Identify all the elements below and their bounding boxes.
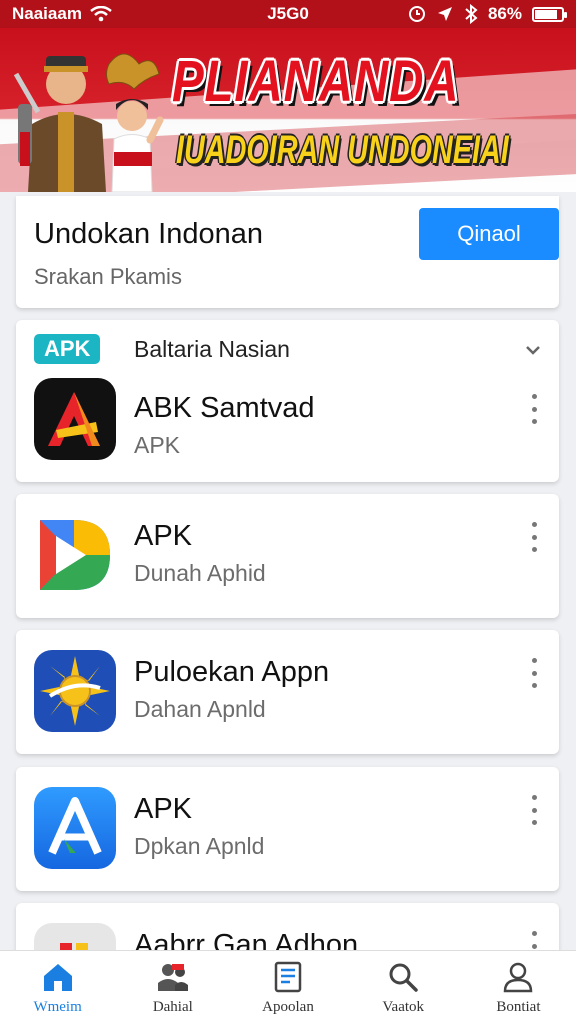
alarm-icon: [408, 6, 425, 22]
nav-profile[interactable]: Bontiat: [461, 951, 576, 1024]
section-title: Baltaria Nasian: [134, 336, 290, 362]
nav-label: Bontiat: [496, 999, 541, 1015]
battery-icon: [532, 6, 567, 22]
nav-label: Vaatok: [382, 999, 425, 1015]
nav-home[interactable]: Wmeim: [0, 951, 115, 1024]
battery-percent: 86%: [487, 4, 522, 23]
people-icon: [157, 964, 188, 991]
app-card[interactable]: APK Dunah Aphid: [16, 494, 559, 618]
carrier-label: Naaiaam: [12, 4, 82, 23]
app-subtitle: Dahan Apnld: [134, 696, 266, 722]
chevron-down-icon[interactable]: [523, 340, 543, 360]
header-card-subtitle: Srakan Pkamis: [34, 264, 182, 289]
app-subtitle: Dunah Aphid: [134, 560, 266, 586]
status-icons: 86%: [408, 4, 567, 24]
battery-fill: [535, 9, 558, 19]
app-subtitle: Dpkan Apnld: [134, 833, 265, 859]
search-icon: [389, 963, 418, 992]
header-card-title: Undokan Indonan: [34, 218, 263, 250]
app-card[interactable]: APK Dpkan Apnld: [16, 767, 559, 891]
document-icon: [274, 961, 302, 993]
mascot-figures-illustration: [14, 53, 164, 192]
home-icon: [43, 964, 72, 991]
wifi-icon: [90, 6, 112, 22]
nav-label: Wmeim: [33, 999, 82, 1015]
primary-action-button[interactable]: Qinaol: [419, 208, 559, 260]
app-name: APK: [134, 793, 193, 825]
apk-badge: APK: [34, 334, 101, 364]
blue-a-store-icon[interactable]: [34, 787, 116, 869]
clock: J5G0: [267, 4, 309, 23]
nav-label: Dahial: [152, 999, 193, 1015]
location-arrow-icon: [437, 7, 452, 21]
app-card[interactable]: APK Baltaria Nasian ABK Samtvad APK: [16, 320, 559, 482]
app-name: Puloekan Appn: [134, 656, 330, 688]
banner-title: PLIANANDA: [172, 49, 460, 114]
more-options-icon[interactable]: [527, 795, 541, 825]
app-subtitle: APK: [134, 432, 181, 458]
nav-label: Apoolan: [262, 999, 314, 1015]
nav-documents[interactable]: Apoolan: [230, 951, 345, 1024]
more-options-icon[interactable]: [527, 394, 541, 424]
app-name: APK: [134, 520, 193, 552]
header-card: Undokan Indonan Srakan Pkamis Qinaol: [16, 196, 559, 308]
status-bar: Naaiaam J5G0 86%: [0, 0, 576, 28]
bluetooth-icon: [465, 4, 478, 24]
app-name: ABK Samtvad: [134, 392, 315, 424]
colorful-d-play-icon[interactable]: [34, 514, 116, 596]
profile-icon: [504, 962, 533, 993]
carrier-group: Naaiaam: [12, 4, 112, 24]
nav-people[interactable]: Dahial: [115, 951, 230, 1024]
red-a-triangle-icon[interactable]: [34, 378, 116, 460]
app-card[interactable]: Puloekan Appn Dahan Apnld: [16, 630, 559, 754]
nav-search[interactable]: Vaatok: [346, 951, 461, 1024]
promo-banner[interactable]: PLIANANDA IUADOIRAN UNDONEIAI: [0, 28, 576, 192]
sun-emblem-icon[interactable]: [34, 650, 116, 732]
more-options-icon[interactable]: [527, 658, 541, 688]
bottom-navigation: Wmeim Dahial Apoolan Vaatok Bontiat: [0, 950, 576, 1024]
banner-subtitle: IUADOIRAN UNDONEIAI: [176, 128, 509, 172]
more-options-icon[interactable]: [527, 522, 541, 552]
